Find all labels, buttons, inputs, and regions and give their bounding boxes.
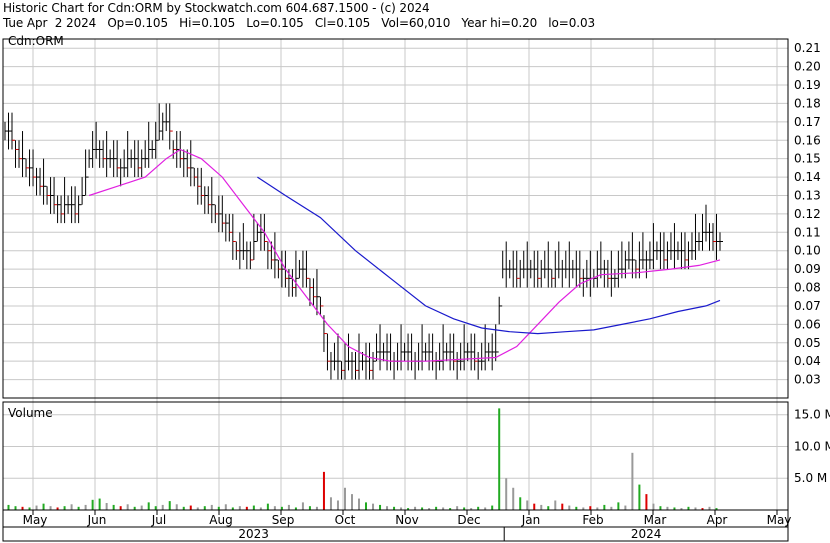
price-panel-frame bbox=[2, 38, 789, 399]
frame-layer bbox=[2, 38, 789, 542]
year-label: 2023 bbox=[238, 527, 269, 541]
price-tick-label: 0.14 bbox=[794, 170, 821, 184]
label-layer: 0.21 0.20 0.19 0.18 0.17 0.16 0.15 0.14 0.13 0.12… bbox=[23, 41, 830, 541]
month-label: Oct bbox=[335, 513, 356, 527]
symbol-label: Cdn:ORM bbox=[8, 34, 64, 48]
price-tick-label: 0.04 bbox=[794, 354, 821, 368]
series-layer bbox=[4, 103, 724, 510]
price-tick-label: 0.03 bbox=[794, 373, 821, 387]
month-label: May bbox=[767, 513, 792, 527]
price-volume-chart: 0.21 0.20 0.19 0.18 0.17 0.16 0.15 0.14 0.13 0.12… bbox=[2, 34, 830, 542]
month-label: Jul bbox=[151, 513, 166, 527]
price-tick-label: 0.16 bbox=[794, 133, 821, 147]
price-tick-label: 0.19 bbox=[794, 78, 821, 92]
price-tick-label: 0.07 bbox=[794, 299, 821, 313]
price-tick-label: 0.21 bbox=[794, 41, 821, 55]
grid-layer bbox=[3, 39, 788, 510]
month-label: May bbox=[23, 513, 48, 527]
stock-chart-page: Historic Chart for Cdn:ORM by Stockwatch… bbox=[0, 0, 830, 543]
price-tick-label: 0.20 bbox=[794, 60, 821, 74]
month-label: Mar bbox=[644, 513, 667, 527]
price-tick-label: 0.13 bbox=[794, 188, 821, 202]
price-tick-label: 0.17 bbox=[794, 115, 821, 129]
price-tick-label: 0.09 bbox=[794, 262, 821, 276]
moving-average-long bbox=[257, 176, 721, 335]
price-tick-label: 0.15 bbox=[794, 152, 821, 166]
month-label: Jun bbox=[87, 513, 107, 527]
price-tick-label: 0.06 bbox=[794, 317, 821, 331]
year-label: 2024 bbox=[631, 527, 662, 541]
month-label: Sep bbox=[272, 513, 295, 527]
volume-tick-label: 5.0 M bbox=[794, 471, 827, 485]
volume-tick-label: 15.0 M bbox=[794, 408, 830, 422]
volume-tick-label: 10.0 M bbox=[794, 439, 830, 453]
price-tick-label: 0.08 bbox=[794, 281, 821, 295]
price-tick-label: 0.05 bbox=[794, 336, 821, 350]
price-tick-label: 0.12 bbox=[794, 207, 821, 221]
volume-panel-title: Volume bbox=[8, 406, 53, 420]
price-tick-label: 0.10 bbox=[794, 244, 821, 258]
volume-panel-frame bbox=[2, 401, 789, 511]
month-label: Jan bbox=[521, 513, 541, 527]
month-label: Feb bbox=[582, 513, 603, 527]
month-label: Aug bbox=[209, 513, 232, 527]
month-label: Nov bbox=[395, 513, 418, 527]
price-tick-label: 0.18 bbox=[794, 96, 821, 110]
month-label: Apr bbox=[707, 513, 728, 527]
month-label: Dec bbox=[457, 513, 480, 527]
price-tick-label: 0.11 bbox=[794, 225, 821, 239]
